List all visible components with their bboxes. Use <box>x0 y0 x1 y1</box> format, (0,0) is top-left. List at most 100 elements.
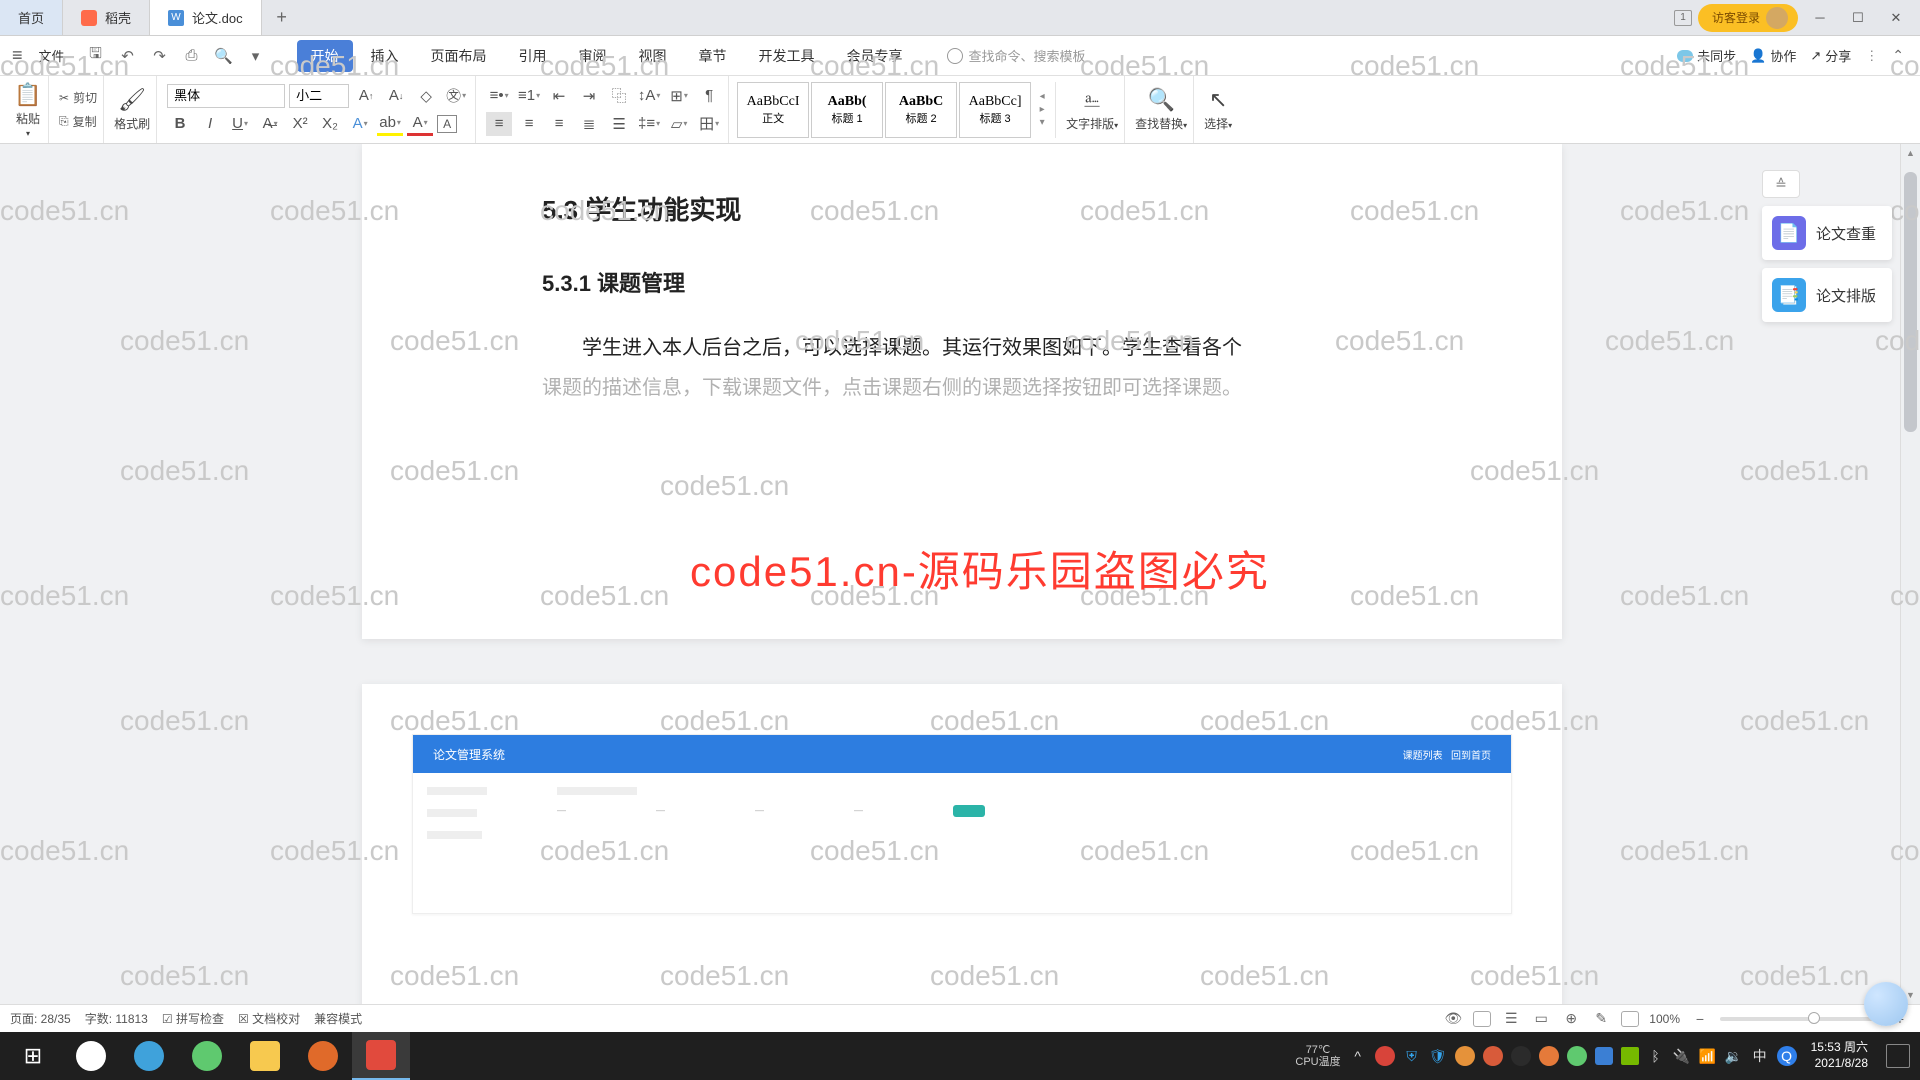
start-button[interactable]: ⊞ <box>4 1032 62 1080</box>
taskbar-app-2[interactable] <box>294 1032 352 1080</box>
hamburger-icon[interactable]: ≡ <box>6 45 29 66</box>
tray-face-icon-4[interactable] <box>1539 1046 1559 1066</box>
tray-face-icon-1[interactable] <box>1375 1046 1395 1066</box>
login-button[interactable]: 访客登录 <box>1698 4 1798 32</box>
word-count[interactable]: 字数: 11813 <box>85 1010 148 1027</box>
style-heading2[interactable]: AaBbC标题 2 <box>885 82 957 138</box>
zoom-slider[interactable] <box>1720 1017 1880 1021</box>
tray-up-icon[interactable]: ^ <box>1349 1047 1367 1065</box>
print-preview-icon[interactable]: 🔍 <box>213 45 235 67</box>
new-tab-button[interactable]: + <box>262 0 302 35</box>
bullets-icon[interactable]: ≡• <box>486 84 512 108</box>
style-heading3[interactable]: AaBbCc]标题 3 <box>959 82 1031 138</box>
font-color-button[interactable]: A <box>407 112 433 136</box>
command-search[interactable]: 查找命令、搜索模板 <box>947 46 1086 65</box>
style-prev-icon[interactable]: ◂ <box>1040 91 1045 102</box>
align-distributed-icon[interactable]: ☰ <box>606 112 632 136</box>
menu-tab-member[interactable]: 会员专享 <box>833 40 917 72</box>
read-view-icon[interactable]: ▭ <box>1531 1009 1551 1029</box>
web-view-icon[interactable]: ⊕ <box>1561 1009 1581 1029</box>
tab-document[interactable]: W 论文.doc <box>150 0 262 35</box>
shading-icon[interactable]: ▱ <box>666 112 692 136</box>
spellcheck-toggle[interactable]: ☑ 拼写检查 <box>162 1010 224 1027</box>
style-body[interactable]: AaBbCcI正文 <box>737 82 809 138</box>
borders-icon[interactable]: 田 <box>696 112 722 136</box>
paper-check-button[interactable]: 📄 论文查重 <box>1762 206 1892 260</box>
paste-button[interactable]: 📋 粘贴▾ <box>14 82 42 138</box>
highlight-button[interactable]: ab <box>377 112 403 136</box>
redo-icon[interactable]: ↷ <box>149 45 171 67</box>
select-button[interactable]: ↖ 选择▾ <box>1204 87 1232 132</box>
phonetic-guide-icon[interactable]: ㉆ <box>443 84 469 108</box>
align-right-icon[interactable]: ≡ <box>546 112 572 136</box>
superscript-button[interactable]: X² <box>287 112 313 136</box>
read-mode-indicator[interactable]: 1 <box>1674 10 1692 26</box>
menu-tab-pagelayout[interactable]: 页面布局 <box>417 40 501 72</box>
taskbar-app-1[interactable] <box>62 1032 120 1080</box>
format-painter-button[interactable]: 🖌 格式刷 <box>114 87 150 132</box>
text-effects-button[interactable]: A <box>347 112 373 136</box>
numbering-icon[interactable]: ≡1 <box>516 84 542 108</box>
style-more-icon[interactable]: ▾ <box>1040 117 1045 128</box>
taskbar-ie[interactable] <box>120 1032 178 1080</box>
eye-protect-icon[interactable]: 👁 <box>1443 1009 1463 1029</box>
menu-tab-start[interactable]: 开始 <box>297 40 353 72</box>
text-layout-button[interactable]: ⎁ 文字排版▾ <box>1066 87 1118 132</box>
tab-home[interactable]: 首页 <box>0 0 63 35</box>
bold-button[interactable]: B <box>167 112 193 136</box>
underline-button[interactable]: U <box>227 112 253 136</box>
menu-tab-chapter[interactable]: 章节 <box>685 40 741 72</box>
page-view-icon[interactable] <box>1473 1011 1491 1027</box>
print-icon[interactable]: ⎙ <box>181 45 203 67</box>
increase-indent-icon[interactable]: ⇥ <box>576 84 602 108</box>
minimize-button[interactable]: ─ <box>1804 4 1836 32</box>
decrease-indent-icon[interactable]: ⇤ <box>546 84 572 108</box>
tray-ime-icon[interactable]: 中 <box>1751 1047 1769 1065</box>
tray-battery-icon[interactable]: 🔌 <box>1673 1047 1691 1065</box>
cut-button[interactable]: ✂剪切 <box>59 88 97 108</box>
save-icon[interactable]: 🖫 <box>85 45 107 67</box>
menu-tab-review[interactable]: 审阅 <box>565 40 621 72</box>
side-panel-toggle[interactable]: ≙ <box>1762 170 1800 198</box>
italic-button[interactable]: I <box>197 112 223 136</box>
outline-view-icon[interactable]: ☰ <box>1501 1009 1521 1029</box>
doccheck-toggle[interactable]: ☒ 文档校对 <box>238 1010 300 1027</box>
font-name-select[interactable]: 黑体 <box>167 84 285 108</box>
copy-button[interactable]: ⎘复制 <box>59 112 97 132</box>
tray-penguin-icon[interactable] <box>1511 1046 1531 1066</box>
strikethrough-button[interactable]: A̶ <box>257 112 283 136</box>
taskbar-wps[interactable] <box>352 1032 410 1080</box>
tray-face-icon-2[interactable] <box>1455 1046 1475 1066</box>
align-justify-icon[interactable]: ≣ <box>576 112 602 136</box>
fit-width-icon[interactable] <box>1621 1011 1639 1027</box>
sort-icon[interactable]: ↕A <box>636 84 662 108</box>
increase-font-icon[interactable]: A↑ <box>353 84 379 108</box>
tray-face-icon-3[interactable] <box>1483 1046 1503 1066</box>
tray-wechat-icon[interactable] <box>1567 1046 1587 1066</box>
scroll-up-icon[interactable]: ▲ <box>1901 144 1920 162</box>
char-border-button[interactable]: A <box>437 115 457 133</box>
more-icon[interactable]: ⋮ <box>1865 48 1878 64</box>
close-button[interactable]: ✕ <box>1880 4 1912 32</box>
tray-app-icon[interactable] <box>1595 1047 1613 1065</box>
align-left-icon[interactable]: ≡ <box>486 112 512 136</box>
menu-tab-references[interactable]: 引用 <box>505 40 561 72</box>
zoom-value[interactable]: 100% <box>1649 1012 1680 1026</box>
style-heading1[interactable]: AaBb(标题 1 <box>811 82 883 138</box>
file-menu[interactable]: 文件 <box>29 46 75 65</box>
maximize-button[interactable]: ☐ <box>1842 4 1874 32</box>
line-spacing-icon[interactable]: ‡≡ <box>636 112 662 136</box>
markup-icon[interactable]: ✎ <box>1591 1009 1611 1029</box>
share-button[interactable]: ↗分享 <box>1810 46 1851 65</box>
sync-status[interactable]: 未同步 <box>1677 46 1736 65</box>
show-marks-icon[interactable]: ¶ <box>696 84 722 108</box>
tray-cpu-temp[interactable]: 77℃ CPU温度 <box>1295 1044 1340 1068</box>
tray-q-icon[interactable]: Q <box>1777 1046 1797 1066</box>
zoom-out-icon[interactable]: − <box>1690 1009 1710 1029</box>
page-next[interactable]: 论文管理系统 课题列表 回到首页 ———— <box>362 684 1562 1040</box>
paper-layout-button[interactable]: 📑 论文排版 <box>1762 268 1892 322</box>
tray-shield-icon[interactable]: ⛨ <box>1403 1047 1421 1065</box>
taskbar-browser[interactable] <box>178 1032 236 1080</box>
tray-volume-icon[interactable]: 🔉 <box>1725 1047 1743 1065</box>
tray-nvidia-icon[interactable] <box>1621 1047 1639 1065</box>
